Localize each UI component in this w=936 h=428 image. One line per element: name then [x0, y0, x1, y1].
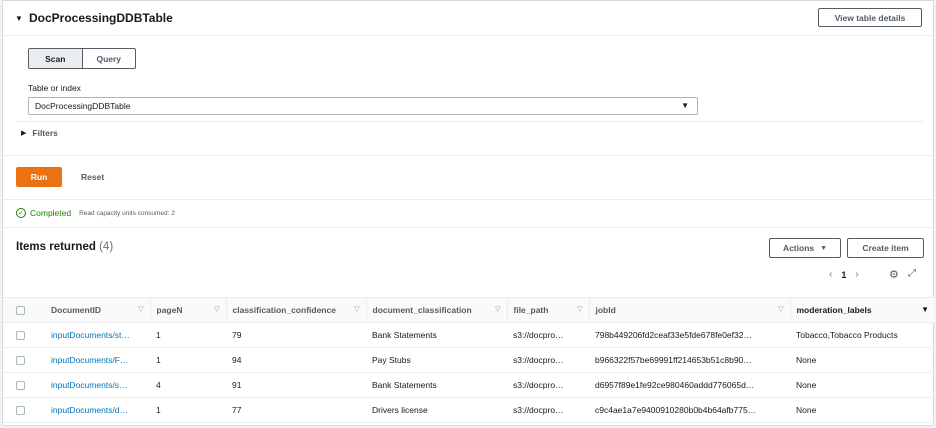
- cell-classification: Drivers license: [366, 397, 507, 423]
- cell-confidence: 91: [226, 372, 366, 398]
- divider: [3, 199, 933, 200]
- query-tab[interactable]: Query: [83, 49, 136, 68]
- document-id-link[interactable]: inputDocuments/s…: [37, 372, 150, 398]
- status-indicator: ✓ Completed Read capacity units consumed…: [16, 208, 175, 218]
- page-number[interactable]: 1: [841, 270, 846, 280]
- pagination: ‹ 1 ›: [829, 269, 859, 280]
- items-count: (4): [99, 241, 114, 253]
- table-row[interactable]: inputDocuments/s… 4 91 Bank Statements s…: [3, 372, 935, 398]
- cell-pagen: 4: [150, 372, 226, 398]
- cell-confidence: 94: [226, 347, 366, 373]
- cell-jobid: d6957f89e1fe92ce980460addd776065d…: [589, 372, 790, 398]
- row-checkbox[interactable]: [15, 331, 25, 341]
- page-title: DocProcessingDDBTable: [29, 11, 173, 25]
- cell-classification: Bank Statements: [366, 372, 507, 398]
- cell-classification: Bank Statements: [366, 322, 507, 348]
- view-table-details-button[interactable]: View table details: [818, 8, 922, 27]
- column-header-document-classification[interactable]: document_classification ▽: [366, 297, 508, 323]
- column-header-jobid[interactable]: jobId ▽: [589, 297, 791, 323]
- cell-moderation-labels: None: [790, 397, 935, 423]
- sort-icon[interactable]: ▽: [577, 305, 582, 313]
- sort-icon[interactable]: ▽: [354, 305, 359, 313]
- capacity-text: Read capacity units consumed: 2: [79, 209, 175, 217]
- items-returned-heading: Items returned (4): [16, 241, 113, 253]
- select-all-checkbox[interactable]: [15, 306, 25, 316]
- actions-button[interactable]: Actions ▼: [769, 238, 841, 258]
- create-item-button[interactable]: Create item: [847, 238, 924, 258]
- cell-confidence: 79: [226, 322, 366, 348]
- column-header-pagen[interactable]: pageN ▽: [150, 297, 227, 323]
- scan-tab[interactable]: Scan: [29, 49, 83, 68]
- cell-moderation-labels: None: [790, 347, 935, 373]
- dropdown-arrow-icon: ▼: [681, 101, 689, 110]
- cell-file-path: s3://docpro…: [507, 347, 589, 373]
- prev-page-icon[interactable]: ‹: [829, 269, 832, 280]
- table-panel: ▼ DocProcessingDDBTable View table detai…: [2, 0, 935, 426]
- run-button[interactable]: Run: [16, 167, 62, 187]
- document-id-link[interactable]: inputDocuments/F…: [37, 347, 150, 373]
- caret-right-icon: ▶: [21, 130, 27, 137]
- cell-jobid: 798b449206fd2ceaf33e5fde678fe0ef32…: [589, 322, 790, 348]
- items-title: Items returned: [16, 241, 96, 253]
- cell-jobid: c9c4ae1a7e9400910280b0b4b64afb775…: [589, 397, 790, 423]
- column-header-documentid[interactable]: DocumentID ▽: [37, 297, 151, 323]
- check-circle-icon: ✓: [16, 208, 26, 218]
- row-checkbox[interactable]: [15, 381, 25, 391]
- sort-icon[interactable]: ▽: [495, 305, 500, 313]
- divider: [16, 121, 924, 122]
- table-or-index-select[interactable]: DocProcessingDDBTable ▼: [28, 97, 698, 115]
- cell-pagen: 1: [150, 322, 226, 348]
- status-text: Completed: [30, 208, 72, 218]
- cell-confidence: 77: [226, 397, 366, 423]
- fullscreen-icon[interactable]: ⤢: [908, 268, 916, 279]
- table-header-row: DocumentID ▽ pageN ▽ classification_confid…: [3, 297, 935, 323]
- table-row[interactable]: inputDocuments/st… 1 79 Bank Statements …: [3, 322, 935, 348]
- cell-pagen: 1: [150, 347, 226, 373]
- cell-file-path: s3://docpro…: [507, 372, 589, 398]
- cell-jobid: b966322f57be69991ff214653b51c8b90…: [589, 347, 790, 373]
- row-checkbox[interactable]: [15, 406, 25, 416]
- sort-icon[interactable]: ▽: [214, 305, 219, 313]
- reset-button[interactable]: Reset: [81, 172, 104, 182]
- cell-moderation-labels: None: [790, 372, 935, 398]
- scan-query-toggle: Scan Query: [28, 48, 136, 69]
- cell-file-path: s3://docpro…: [507, 322, 589, 348]
- panel-header: ▼ DocProcessingDDBTable View table detai…: [3, 1, 933, 36]
- filters-label: Filters: [32, 128, 58, 138]
- gear-icon[interactable]: ⚙: [889, 268, 899, 281]
- column-header-classification-confidence[interactable]: classification_confidence ▽: [226, 297, 367, 323]
- filters-expander[interactable]: ▶ Filters: [21, 128, 58, 138]
- table-or-index-value: DocProcessingDDBTable: [35, 101, 131, 111]
- items-table: DocumentID ▽ pageN ▽ classification_confid…: [3, 297, 935, 423]
- sort-icon[interactable]: ▼: [921, 305, 929, 314]
- caret-down-icon: ▼: [820, 244, 828, 252]
- sort-icon[interactable]: ▽: [138, 305, 143, 313]
- sort-icon[interactable]: ▽: [778, 305, 783, 313]
- collapse-caret-icon[interactable]: ▼: [15, 14, 23, 23]
- divider: [3, 227, 933, 228]
- row-checkbox[interactable]: [15, 356, 25, 366]
- document-id-link[interactable]: inputDocuments/d…: [37, 397, 150, 423]
- cell-file-path: s3://docpro…: [507, 397, 589, 423]
- cell-moderation-labels: Tobacco,Tobacco Products: [790, 322, 935, 348]
- column-header-moderation-labels[interactable]: moderation_labels ▼: [790, 297, 935, 323]
- cell-classification: Pay Stubs: [366, 347, 507, 373]
- divider: [3, 155, 933, 156]
- column-header-file-path[interactable]: file_path ▽: [507, 297, 590, 323]
- table-or-index-label: Table or index: [28, 83, 81, 93]
- table-row[interactable]: inputDocuments/d… 1 77 Drivers license s…: [3, 397, 935, 423]
- table-row[interactable]: inputDocuments/F… 1 94 Pay Stubs s3://do…: [3, 347, 935, 373]
- next-page-icon[interactable]: ›: [855, 269, 858, 280]
- actions-label: Actions: [782, 243, 815, 253]
- document-id-link[interactable]: inputDocuments/st…: [37, 322, 150, 348]
- cell-pagen: 1: [150, 397, 226, 423]
